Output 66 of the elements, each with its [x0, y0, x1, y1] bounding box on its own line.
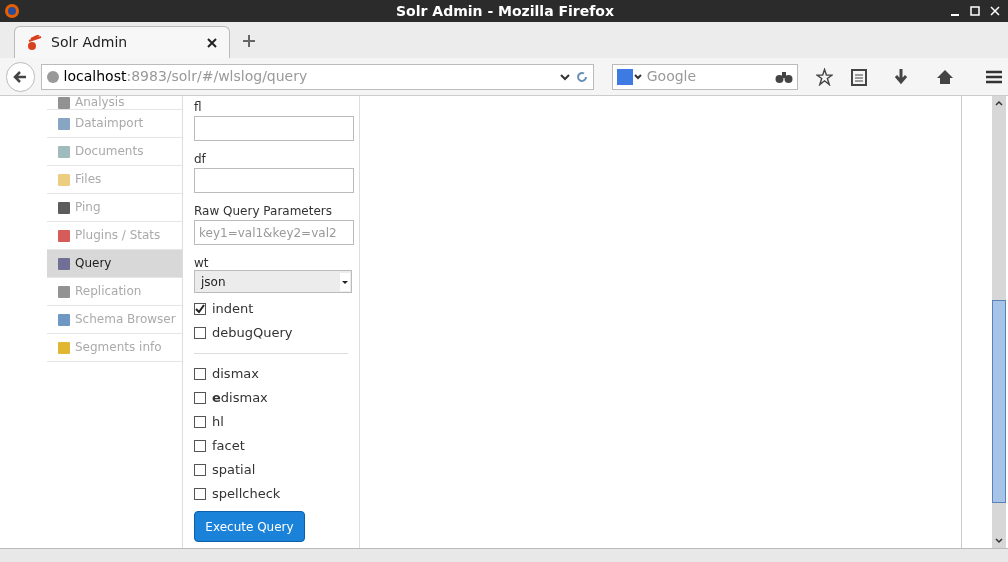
arrow-left-icon	[12, 68, 29, 85]
checkbox-label: spellcheck	[212, 485, 281, 504]
sidebar-item-icon	[57, 200, 71, 215]
field-label: df	[194, 151, 207, 168]
sidebar-item[interactable]: Segments info	[47, 334, 182, 362]
clipboard-icon[interactable]	[851, 67, 867, 86]
checkbox[interactable]	[194, 303, 206, 315]
menu-icon[interactable]	[984, 68, 1002, 85]
field-label: Raw Query Parameters	[194, 203, 334, 220]
plus-icon[interactable]	[242, 34, 256, 48]
sidebar-item-icon	[57, 228, 71, 243]
checkbox-label: dismax	[212, 365, 259, 384]
sidebar-item-icon	[57, 144, 71, 159]
checkbox-label: spatial	[212, 461, 256, 480]
home-icon[interactable]	[935, 68, 953, 85]
url-text: localhost:8983/solr/#/wlslog/query	[63, 67, 308, 86]
star-icon[interactable]	[816, 67, 834, 86]
sidebar-item-icon	[57, 116, 71, 131]
input-field[interactable]	[194, 168, 354, 193]
checkbox[interactable]	[194, 416, 206, 428]
globe-icon	[45, 69, 60, 84]
browser-tab[interactable]: Solr Admin	[14, 26, 230, 58]
scrollbar-thumb[interactable]	[992, 300, 1006, 503]
sidebar-item-icon	[57, 340, 71, 355]
search-field[interactable]: Google	[611, 63, 799, 90]
checkbox[interactable]	[194, 488, 206, 500]
checkbox-label: edismax	[212, 389, 268, 408]
sidebar-item[interactable]: Documents	[47, 138, 182, 166]
checkbox-label: debugQuery	[212, 324, 293, 343]
checkbox-label: indent	[212, 300, 254, 319]
window-title: Solr Admin - Mozilla Firefox	[396, 1, 614, 21]
back-button[interactable]	[6, 61, 35, 92]
sidebar-item[interactable]: Dataimport	[47, 110, 182, 138]
sidebar-item[interactable]: Analysis	[47, 96, 182, 110]
select-field[interactable]: json	[194, 270, 352, 293]
input-field[interactable]	[194, 116, 354, 141]
sidebar-item[interactable]: Files	[47, 166, 182, 194]
checkbox[interactable]	[194, 368, 206, 380]
address-bar[interactable]: localhost:8983/solr/#/wlslog/query	[40, 63, 594, 90]
close-icon[interactable]	[207, 37, 217, 48]
search-placeholder: Google	[646, 67, 697, 86]
checkbox[interactable]	[194, 327, 206, 339]
input-field[interactable]: key1=val1&key2=val2	[194, 220, 354, 245]
checkbox[interactable]	[194, 392, 206, 404]
sidebar-item[interactable]: Ping	[47, 194, 182, 222]
sidebar-item-icon	[57, 172, 71, 187]
binoculars-icon[interactable]	[775, 69, 794, 84]
scrollbar[interactable]	[992, 96, 1006, 548]
checkbox[interactable]	[194, 440, 206, 452]
checkbox-label: facet	[212, 437, 245, 456]
execute-query-button[interactable]: Execute Query	[194, 511, 305, 542]
checkbox-label: hl	[212, 413, 224, 432]
field-label: fl	[194, 99, 203, 116]
sidebar-item-icon	[57, 284, 71, 299]
tab-label: Solr Admin	[51, 33, 128, 52]
sidebar-item-icon	[57, 256, 71, 271]
sidebar-item-icon	[57, 96, 71, 110]
maximize-icon[interactable]	[970, 6, 980, 16]
sidebar-item[interactable]: Replication	[47, 278, 182, 306]
sidebar-item[interactable]: Schema Browser	[47, 306, 182, 334]
sidebar-item-icon	[57, 312, 71, 327]
search-engine-icon[interactable]	[616, 68, 643, 85]
checkbox[interactable]	[194, 464, 206, 476]
sidebar-item[interactable]: Query	[47, 250, 182, 278]
download-icon[interactable]	[892, 67, 908, 86]
field-label: wt	[194, 255, 210, 270]
